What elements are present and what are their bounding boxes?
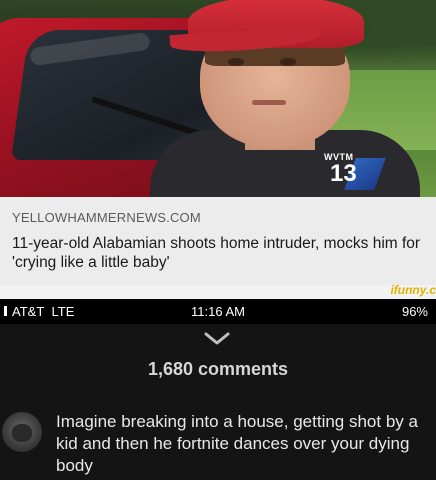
comment-count: 1,680 comments bbox=[147, 359, 289, 379]
right-eye bbox=[280, 58, 296, 66]
news-caption[interactable]: YELLOWHAMMERNEWS.COM 11-year-old Alabami… bbox=[0, 197, 436, 285]
station-logo: WVTM 13 bbox=[320, 152, 386, 192]
card-divider bbox=[0, 285, 436, 299]
logo-channel-number: 13 bbox=[330, 160, 357, 187]
ifunny-watermark: ifunny.c bbox=[390, 283, 436, 297]
comments-panel: 1,680 comments Imagine breaking into a h… bbox=[0, 324, 436, 480]
chevron-down-icon[interactable] bbox=[204, 332, 230, 346]
mouth bbox=[252, 100, 286, 105]
status-bar: AT&T LTE 11:16 AM 96% bbox=[0, 299, 436, 324]
clock: 11:16 AM bbox=[191, 304, 245, 319]
news-source: YELLOWHAMMERNEWS.COM bbox=[12, 210, 201, 225]
gorilla-face-icon bbox=[12, 424, 32, 442]
news-photo: WVTM 13 bbox=[0, 0, 436, 197]
news-headline: 11-year-old Alabamian shoots home intrud… bbox=[12, 235, 421, 271]
battery-percentage: 96% bbox=[401, 304, 428, 319]
gorilla-avatar[interactable] bbox=[2, 412, 42, 452]
comment-text: Imagine breaking into a house, getting s… bbox=[56, 412, 418, 475]
left-eye bbox=[228, 58, 244, 66]
